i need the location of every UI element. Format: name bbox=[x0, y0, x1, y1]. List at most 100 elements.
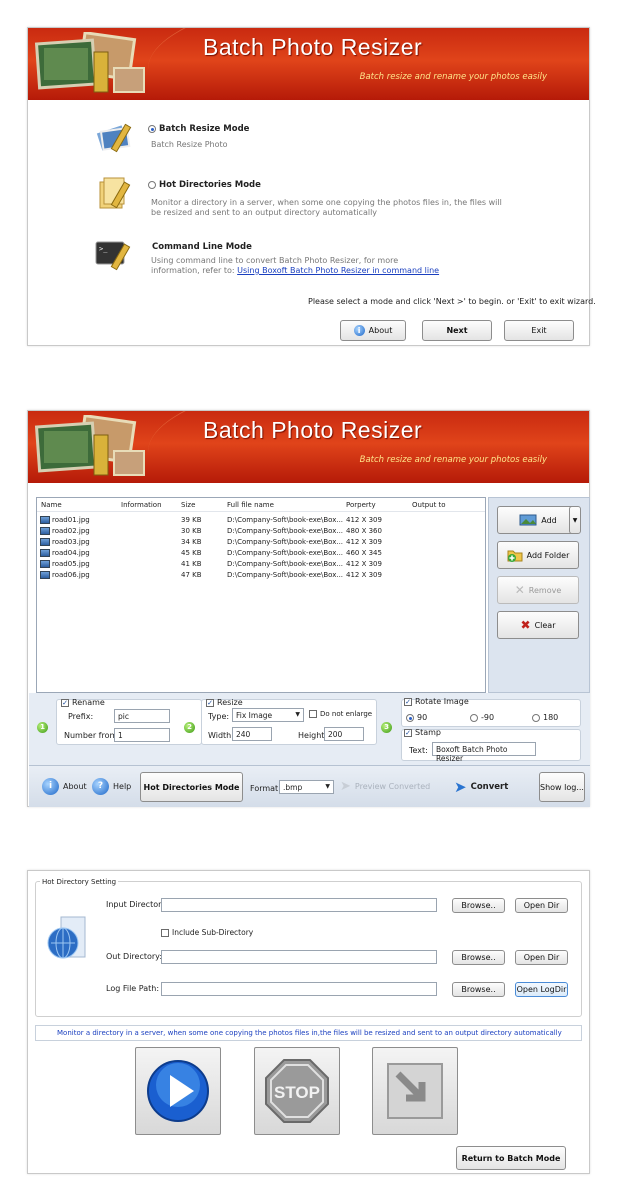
file-property-cell: 412 X 309 bbox=[346, 516, 382, 524]
batch-resize-mode-radio[interactable]: Batch Resize Mode bbox=[148, 124, 249, 134]
image-file-icon bbox=[40, 538, 50, 546]
add-folder-button[interactable]: Add Folder bbox=[497, 541, 579, 569]
file-name-cell: road06.jpg bbox=[40, 571, 90, 579]
file-property-cell: 412 X 309 bbox=[346, 560, 382, 568]
file-row[interactable]: road01.jpg 39 KB D:\Company-Soft\book-exe\… bbox=[37, 515, 477, 526]
file-row[interactable]: road05.jpg 41 KB D:\Company-Soft\book-exe\… bbox=[37, 559, 477, 570]
column-information[interactable]: Information bbox=[121, 501, 162, 509]
about-link[interactable]: i About bbox=[42, 778, 87, 795]
convert-button[interactable]: ➤ Convert bbox=[454, 778, 508, 796]
hot-directories-radio-button[interactable] bbox=[148, 180, 156, 189]
next-button-label: Next bbox=[446, 326, 468, 335]
file-row[interactable]: road04.jpg 45 KB D:\Company-Soft\book-exe\… bbox=[37, 548, 477, 559]
rotate-image-label: Rotate Image bbox=[415, 697, 469, 706]
open-log-dir-button[interactable]: Open LogDir bbox=[515, 982, 568, 997]
format-select[interactable]: .bmp ▼ bbox=[279, 780, 334, 794]
file-name-cell: road05.jpg bbox=[40, 560, 90, 568]
about-button[interactable]: i About bbox=[340, 320, 406, 341]
file-path-cell: D:\Company-Soft\book-exe\Box... bbox=[227, 516, 344, 524]
column-property[interactable]: Porperty bbox=[346, 501, 376, 509]
add-dropdown-button[interactable]: ▼ bbox=[569, 506, 581, 534]
out-directory-field[interactable] bbox=[161, 950, 437, 964]
output-folder-button[interactable] bbox=[372, 1047, 458, 1135]
command-line-desc-line2: information, refer to: Using Boxoft Batc… bbox=[151, 266, 439, 275]
start-button[interactable] bbox=[135, 1047, 221, 1135]
help-label: Help bbox=[113, 782, 132, 791]
rotate-90-radio-button[interactable] bbox=[406, 713, 414, 722]
hot-directories-desc-line2: be resized and sent to an output directo… bbox=[151, 208, 378, 217]
batch-resize-radio-button[interactable] bbox=[148, 124, 156, 133]
width-label: Width: bbox=[208, 731, 234, 740]
stamp-label: Stamp bbox=[415, 728, 441, 737]
stamp-check-icon: ✓ bbox=[404, 728, 412, 737]
height-label: Height: bbox=[298, 731, 328, 740]
log-file-path-field[interactable] bbox=[161, 982, 437, 996]
hot-directories-mode-button[interactable]: Hot Directories Mode bbox=[140, 772, 243, 802]
app-banner: Batch Photo Resizer Batch resize and ren… bbox=[28, 28, 589, 100]
rename-checkbox[interactable]: ✓ Rename bbox=[61, 698, 105, 707]
file-path-cell: D:\Company-Soft\book-exe\Box... bbox=[227, 538, 344, 546]
file-row[interactable]: road02.jpg 30 KB D:\Company-Soft\book-exe\… bbox=[37, 526, 477, 537]
open-output-dir-label: Open Dir bbox=[523, 953, 560, 962]
rotate-image-checkbox[interactable]: ✓ Rotate Image bbox=[404, 697, 469, 706]
file-name-cell: road01.jpg bbox=[40, 516, 90, 524]
input-directory-field[interactable] bbox=[161, 898, 437, 912]
rotate-neg90-radio[interactable]: -90 bbox=[470, 713, 494, 722]
arrow-right-icon: ➤ bbox=[340, 779, 351, 794]
hot-directories-desc-line1: Monitor a directory in a server, when so… bbox=[151, 198, 502, 207]
hot-directories-mode-label: Hot Directories Mode bbox=[159, 180, 261, 190]
file-row[interactable]: road06.jpg 47 KB D:\Company-Soft\book-exe\… bbox=[37, 570, 477, 581]
stamp-text-label: Text: bbox=[409, 746, 428, 755]
height-input[interactable]: 200 bbox=[324, 727, 364, 741]
stamp-text-input[interactable]: Boxoft Batch Photo Resizer bbox=[432, 742, 536, 763]
column-full-file-name[interactable]: Full file name bbox=[227, 501, 274, 509]
stop-button[interactable]: STOP bbox=[254, 1047, 340, 1135]
rotate-180-radio-button[interactable] bbox=[532, 713, 540, 722]
chevron-down-icon: ▼ bbox=[325, 783, 330, 790]
command-line-desc-prefix: information, refer to: bbox=[151, 266, 235, 275]
remove-button[interactable]: ✕ Remove bbox=[497, 576, 579, 604]
exit-button[interactable]: Exit bbox=[504, 320, 574, 341]
rotate-90-radio[interactable]: 90 bbox=[406, 713, 427, 722]
about-button-label: About bbox=[368, 326, 393, 335]
browse-log-button[interactable]: Browse.. bbox=[452, 982, 505, 997]
app-logo-icon bbox=[34, 415, 145, 476]
do-not-enlarge-checkbox[interactable]: Do not enlarge bbox=[309, 710, 372, 718]
clear-button[interactable]: ✖ Clear bbox=[497, 611, 579, 639]
globe-folder-icon bbox=[47, 916, 86, 959]
column-name[interactable]: Name bbox=[41, 501, 62, 509]
rotate-180-radio[interactable]: 180 bbox=[532, 713, 558, 722]
app-logo-icon bbox=[34, 32, 145, 93]
resize-checkbox[interactable]: ✓ Resize bbox=[206, 698, 243, 707]
preview-converted-button[interactable]: ➤ Preview Converted bbox=[340, 779, 430, 794]
stamp-checkbox[interactable]: ✓ Stamp bbox=[404, 728, 441, 737]
out-directory-label: Out Directory: bbox=[106, 952, 163, 961]
next-button[interactable]: Next bbox=[422, 320, 492, 341]
batch-resize-icon bbox=[94, 122, 132, 154]
file-row[interactable]: road03.jpg 34 KB D:\Company-Soft\book-exe\… bbox=[37, 537, 477, 548]
type-select[interactable]: Fix Image ▼ bbox=[232, 708, 304, 722]
column-size[interactable]: Size bbox=[181, 501, 195, 509]
browse-input-button[interactable]: Browse.. bbox=[452, 898, 505, 913]
file-size-cell: 39 KB bbox=[181, 516, 202, 524]
browse-output-button[interactable]: Browse.. bbox=[452, 950, 505, 965]
open-input-dir-button[interactable]: Open Dir bbox=[515, 898, 568, 913]
file-list[interactable]: Name Information Size Full file name Por… bbox=[36, 497, 486, 693]
column-output-to[interactable]: Output to bbox=[412, 501, 446, 509]
prefix-input[interactable]: pic bbox=[114, 709, 170, 723]
file-size-cell: 41 KB bbox=[181, 560, 202, 568]
rotate-neg90-radio-button[interactable] bbox=[470, 713, 478, 722]
show-log-button[interactable]: Show log... bbox=[539, 772, 585, 802]
command-line-help-link[interactable]: Using Boxoft Batch Photo Resizer in comm… bbox=[237, 266, 439, 275]
include-subdirectory-checkbox[interactable]: Include Sub-Directory bbox=[161, 928, 253, 937]
return-to-batch-mode-button[interactable]: Return to Batch Mode bbox=[456, 1146, 566, 1170]
width-input[interactable]: 240 bbox=[232, 727, 272, 741]
format-select-value: .bmp bbox=[283, 783, 303, 792]
number-from-input[interactable]: 1 bbox=[114, 728, 170, 742]
convert-arrow-icon: ➤ bbox=[454, 778, 467, 796]
help-link[interactable]: ? Help bbox=[92, 778, 131, 795]
hot-directories-mode-radio[interactable]: Hot Directories Mode bbox=[148, 180, 261, 190]
add-button[interactable]: Add bbox=[497, 506, 579, 534]
open-output-dir-button[interactable]: Open Dir bbox=[515, 950, 568, 965]
exit-button-label: Exit bbox=[531, 326, 547, 335]
